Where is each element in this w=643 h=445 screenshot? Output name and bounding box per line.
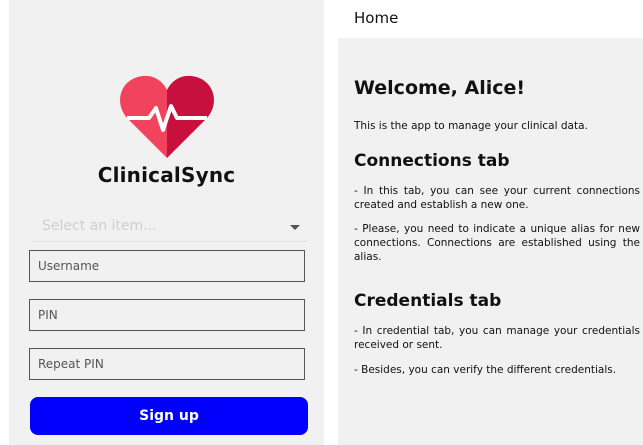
pin-field[interactable] [29, 299, 305, 331]
home-header: Home [338, 0, 643, 38]
select-placeholder: Select an item... [42, 218, 157, 234]
home-content: Welcome, Alice! This is the app to manag… [338, 38, 643, 445]
welcome-heading: Welcome, Alice! [354, 77, 526, 99]
page-title: Home [354, 9, 399, 27]
signup-panel: ClinicalSync Select an item... Sign up [9, 0, 324, 445]
connections-heading: Connections tab [354, 151, 510, 171]
heart-pulse-logo-icon [120, 75, 214, 158]
credentials-paragraph-2: - Besides, you can verify the different … [354, 364, 617, 376]
sign-up-button[interactable]: Sign up [30, 397, 308, 435]
intro-text: This is the app to manage your clinical … [354, 120, 588, 132]
repeat-pin-field[interactable] [29, 348, 305, 380]
username-field[interactable] [29, 250, 305, 282]
item-select[interactable]: Select an item... [31, 215, 307, 242]
dropdown-arrow-icon[interactable] [290, 225, 300, 230]
credentials-heading: Credentials tab [354, 291, 502, 311]
connections-paragraph-2: - Please, you need to indicate a unique … [354, 223, 640, 263]
app-name: ClinicalSync [97, 163, 236, 187]
credentials-paragraph-1: - In credential tab, you can manage your… [354, 325, 640, 351]
connections-paragraph-1: - In this tab, you can see your current … [354, 185, 640, 211]
